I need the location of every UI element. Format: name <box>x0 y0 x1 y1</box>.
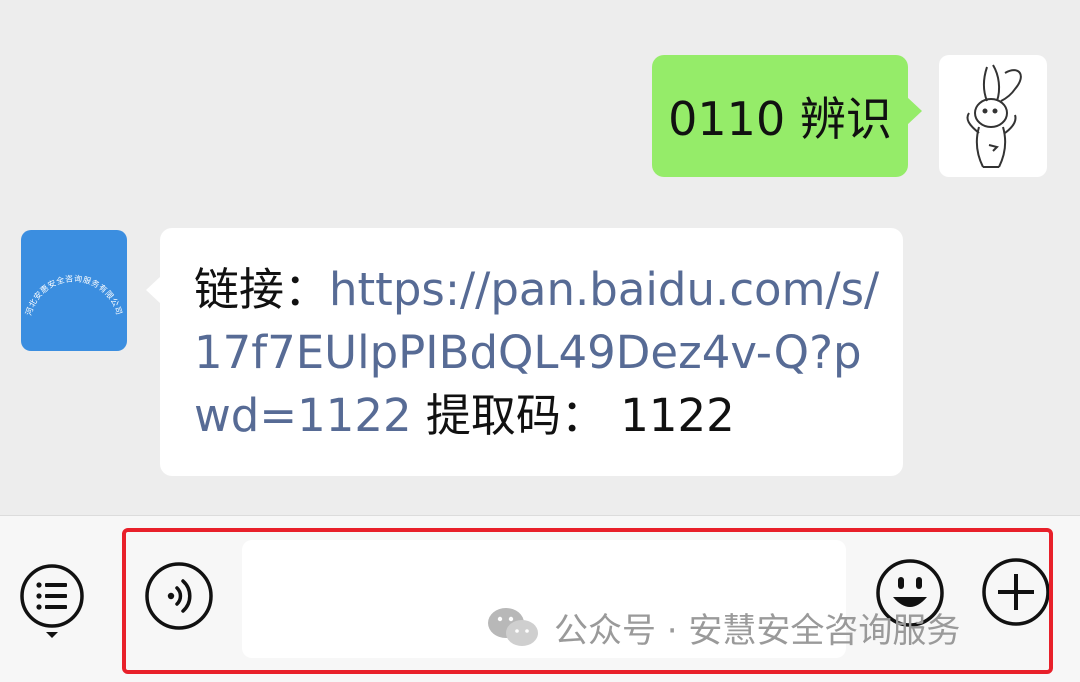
menu-icon <box>20 564 84 638</box>
voice-icon <box>145 562 213 630</box>
voice-button[interactable] <box>143 560 215 632</box>
sender-avatar[interactable]: 河北安惠安全咨询服务有限公司 <box>21 230 127 351</box>
chat-area: 0110 辨识 河北安惠安全咨询服务有限公司 链接：https://pan.ba… <box>0 0 1080 515</box>
menu-button[interactable] <box>18 560 88 642</box>
rabbit-avatar-icon <box>966 64 1022 168</box>
plus-icon <box>982 558 1050 626</box>
extract-code-text: 提取码： 1122 <box>411 389 735 442</box>
svg-text:河北安惠安全咨询服务有限公司: 河北安惠安全咨询服务有限公司 <box>23 273 124 316</box>
message-input[interactable] <box>242 540 846 658</box>
more-options-button[interactable] <box>981 557 1051 627</box>
outgoing-message-text: 0110 辨识 <box>668 92 892 146</box>
emoji-button[interactable] <box>874 557 946 629</box>
outgoing-message-bubble[interactable]: 0110 辨识 <box>652 55 922 177</box>
emoji-icon <box>876 559 944 627</box>
my-avatar[interactable] <box>939 55 1047 177</box>
incoming-message-bubble[interactable]: 链接：https://pan.baidu.com/s/17f7EUlpPIBdQ… <box>146 228 903 476</box>
link-prefix: 链接： <box>194 263 330 316</box>
company-seal-logo: 河北安惠安全咨询服务有限公司 <box>23 273 124 316</box>
